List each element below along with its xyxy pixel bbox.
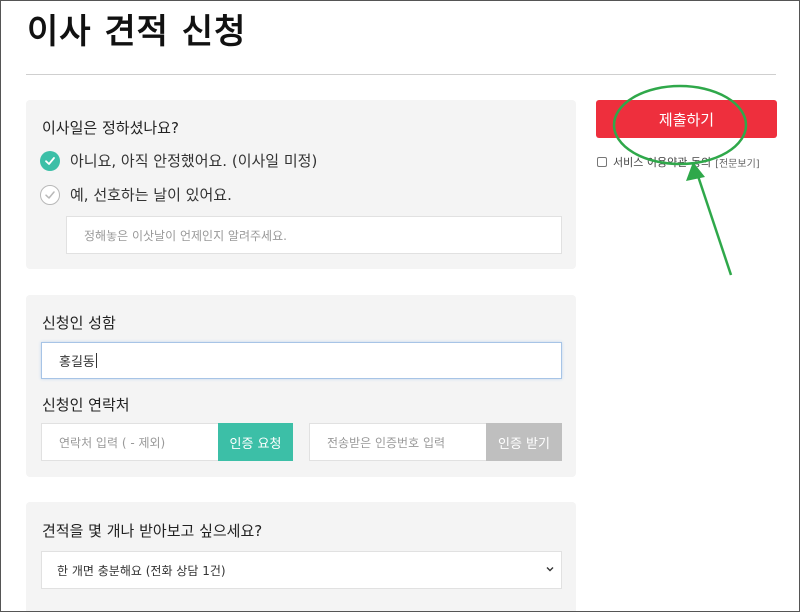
terms-agree-label: 서비스 이용약관 동의 — [613, 156, 712, 169]
move-date-section: 이사일은 정하셨나요? 아니요, 아직 안정했어요. (이사일 미정) 예, 선… — [26, 100, 576, 269]
request-verification-button[interactable]: 인증 요청 — [218, 423, 293, 461]
applicant-section: 신청인 성함 홍길동 신청인 연락처 연락처 입력 ( - 제외) 인증 요청 … — [26, 295, 576, 477]
submit-button[interactable]: 제출하기 — [596, 100, 777, 138]
move-date-placeholder: 정해놓은 이삿날이 언제인지 알려주세요. — [84, 228, 287, 243]
annotation-arrow-line — [694, 169, 733, 276]
move-date-input[interactable]: 정해놓은 이삿날이 언제인지 알려주세요. — [66, 216, 562, 254]
text-caret — [95, 353, 97, 368]
applicant-contact-label: 신청인 연락처 — [42, 396, 130, 414]
option-label: 예, 선호하는 날이 있어요. — [70, 186, 232, 204]
check-circle-outline-icon — [40, 184, 60, 205]
applicant-name-label: 신청인 성함 — [42, 314, 116, 332]
applicant-name-value: 홍길동 — [59, 355, 95, 370]
phone-input[interactable]: 연락처 입력 ( - 제외) — [41, 423, 219, 461]
estimate-question: 견적을 몇 개나 받아보고 싶으세요? — [42, 522, 263, 540]
receive-verification-button[interactable]: 인증 받기 — [486, 423, 562, 461]
move-date-question: 이사일은 정하셨나요? — [42, 119, 179, 137]
code-placeholder: 전송받은 인증번호 입력 — [327, 435, 446, 450]
page-title: 이사 견적 신청 — [27, 12, 247, 52]
option-label: 아니요, 아직 안정했어요. (이사일 미정) — [70, 152, 318, 170]
terms-view-link[interactable]: [전문보기] — [715, 155, 760, 170]
move-date-option-undecided[interactable]: 아니요, 아직 안정했어요. (이사일 미정) — [40, 150, 317, 171]
check-circle-icon — [40, 150, 60, 171]
terms-agree-row: 서비스 이용약관 동의 [전문보기] — [597, 154, 760, 170]
chevron-down-icon — [546, 567, 554, 572]
estimate-count-select[interactable]: 한 개면 충분해요 (전화 상담 1건) — [41, 551, 562, 589]
move-date-option-preferred[interactable]: 예, 선호하는 날이 있어요. — [40, 184, 232, 205]
estimate-selected-value: 한 개면 충분해요 (전화 상담 1건) — [57, 563, 226, 578]
verification-code-input[interactable]: 전송받은 인증번호 입력 — [309, 423, 487, 461]
applicant-name-input[interactable]: 홍길동 — [41, 342, 562, 379]
estimate-section: 견적을 몇 개나 받아보고 싶으세요? 한 개면 충분해요 (전화 상담 1건) — [26, 502, 576, 612]
title-divider — [26, 74, 776, 75]
terms-agree-checkbox[interactable] — [597, 157, 607, 167]
phone-placeholder: 연락처 입력 ( - 제외) — [59, 435, 166, 450]
